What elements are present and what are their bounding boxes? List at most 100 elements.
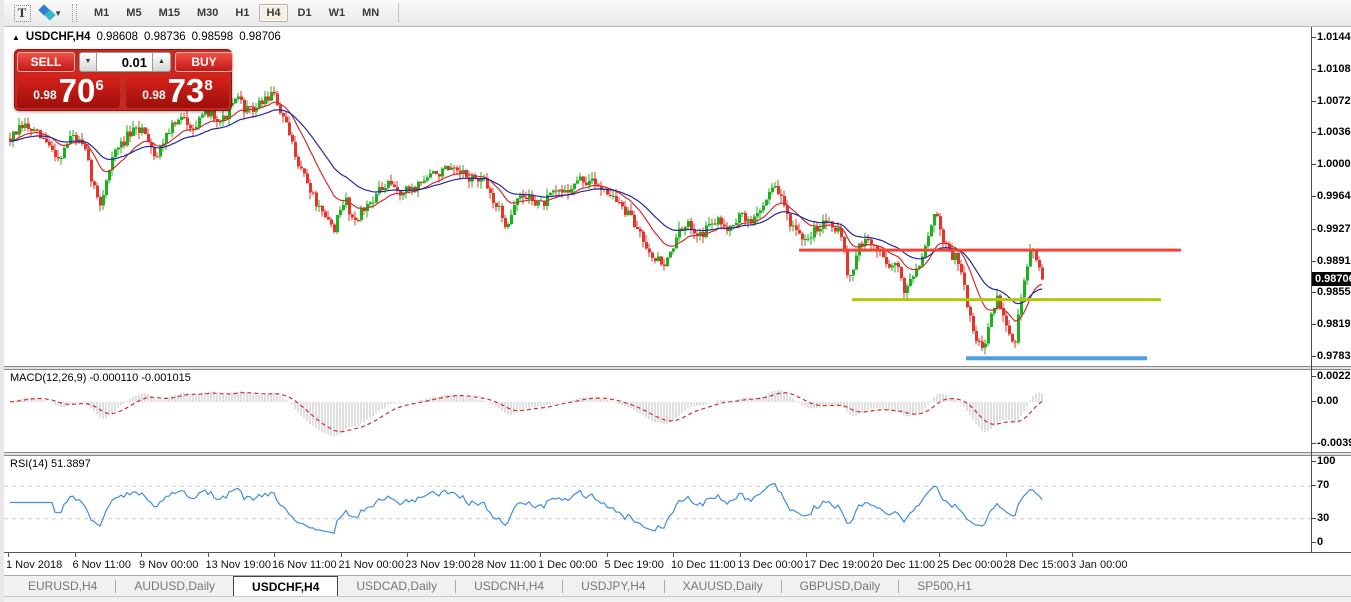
price-axis-tick: 1.00720 [1317, 95, 1351, 107]
axis-tick-mark [1312, 292, 1316, 293]
rsi-line [10, 484, 1042, 534]
axis-tick-mark [1312, 542, 1316, 543]
time-tick-mark [939, 553, 940, 557]
timeframe-button-h1[interactable]: H1 [228, 4, 256, 22]
timeframe-button-d1[interactable]: D1 [291, 4, 319, 22]
arrange-symbols-button[interactable]: ▼ [38, 3, 62, 23]
sell-price-pipette: 6 [95, 77, 103, 94]
axis-tick-mark [1312, 261, 1316, 262]
time-tick-mark [341, 553, 342, 557]
time-tick-mark [274, 553, 275, 557]
time-axis-label: 13 Nov 19:00 [206, 559, 271, 571]
toolbar-grip[interactable] [72, 4, 77, 22]
buy-price-pipette: 8 [204, 77, 212, 94]
rsi-value: 51.3897 [51, 458, 91, 470]
price-axis-tick: 1.00360 [1317, 126, 1351, 138]
time-tick-mark [407, 553, 408, 557]
tab-usdcnh-h4[interactable]: USDCNH,H4 [456, 576, 562, 596]
buy-button[interactable]: BUY [175, 52, 233, 72]
time-axis-label: 10 Dec 11:00 [671, 559, 736, 571]
price-axis-tick: 0.99270 [1317, 223, 1351, 235]
time-axis-label: 1 Dec 00:00 [538, 559, 597, 571]
chart-tabbar: EURUSD,H4AUDUSD,DailyUSDCHF,H4USDCAD,Dai… [4, 575, 1351, 602]
tab-usdcad-daily[interactable]: USDCAD,Daily [338, 576, 455, 596]
time-axis-label: 21 Nov 00:00 [339, 559, 404, 571]
close-value: 0.98706 [239, 31, 281, 43]
macd-axis-tick: 0.00 [1317, 395, 1338, 407]
current-price-tag: 0.98706 [1312, 272, 1351, 286]
price-axis-tick: 0.98550 [1317, 286, 1351, 298]
volume-input[interactable] [97, 52, 153, 72]
time-axis[interactable]: 1 Nov 20186 Nov 11:009 Nov 00:0013 Nov 1… [4, 552, 1351, 575]
timeframe-button-h4[interactable]: H4 [259, 4, 287, 22]
time-axis-label: 28 Dec 15:00 [1004, 559, 1069, 571]
time-tick-mark [740, 553, 741, 557]
volume-decrease-icon[interactable]: ▼ [79, 52, 97, 72]
timeframe-button-m5[interactable]: M5 [119, 4, 148, 22]
tab-usdjpy-h4[interactable]: USDJPY,H4 [563, 576, 663, 596]
time-axis-label: 1 Nov 2018 [6, 559, 62, 571]
timeframe-button-m30[interactable]: M30 [190, 4, 225, 22]
rsi-panel-canvas[interactable] [4, 456, 1351, 552]
rsi-name: RSI(14) [10, 458, 48, 470]
macd-panel-canvas[interactable] [4, 370, 1351, 452]
price-axis-tick: 1.01440 [1317, 31, 1351, 43]
axis-tick-mark [1312, 356, 1316, 357]
time-tick-mark [141, 553, 142, 557]
macd-indicator-label: MACD(12,26,9) -0.000110 -0.001015 [10, 372, 191, 384]
price-axis[interactable]: 1.014401.010801.007201.003601.000000.996… [1312, 27, 1351, 552]
sell-quote-button[interactable]: 0.98 70 6 [17, 75, 120, 108]
tab-sp500-h1[interactable]: SP500,H1 [899, 576, 990, 596]
macd-histogram [10, 390, 1042, 436]
rsi-axis-tick: 30 [1317, 512, 1329, 524]
time-tick-mark [806, 553, 807, 557]
candles-group [9, 86, 1044, 354]
axis-tick-mark [1312, 69, 1316, 70]
low-value: 0.98598 [192, 31, 234, 43]
timeframe-button-w1[interactable]: W1 [322, 4, 353, 22]
macd-axis-tick: 0.002297 [1317, 370, 1351, 382]
time-tick-mark [75, 553, 76, 557]
timeframe-button-group: M1M5M15M30H1H4D1W1MN [87, 4, 386, 22]
volume-increase-icon[interactable]: ▲ [153, 52, 171, 72]
timeframe-button-mn[interactable]: MN [355, 4, 386, 22]
axis-tick-mark [1312, 443, 1316, 444]
text-tool-button[interactable]: T [10, 3, 34, 23]
tab-usdchf-h4[interactable]: USDCHF,H4 [233, 576, 338, 596]
price-axis-tick: 1.00000 [1317, 158, 1351, 170]
tab-xauusd-daily[interactable]: XAUUSD,Daily [665, 576, 781, 596]
axis-tick-mark [1312, 485, 1316, 486]
price-axis-tick: 0.98910 [1317, 255, 1351, 267]
collapse-trade-panel-icon[interactable]: ▲ [12, 33, 20, 42]
rsi-axis-tick: 100 [1317, 455, 1335, 467]
tabbar-understrip [4, 596, 1351, 602]
time-axis-label: 3 Jan 00:00 [1070, 559, 1128, 571]
ma-slow-line [10, 110, 1042, 304]
axis-tick-mark [1312, 518, 1316, 519]
time-tick-mark [8, 553, 9, 557]
open-value: 0.98608 [96, 31, 138, 43]
buy-price-prefix: 0.98 [142, 88, 165, 102]
sell-price-big: 70 [59, 77, 96, 105]
time-axis-label: 20 Dec 11:00 [871, 559, 936, 571]
time-axis-label: 9 Nov 00:00 [139, 559, 198, 571]
price-axis-tick: 0.97830 [1317, 350, 1351, 362]
axis-tick-mark [1312, 461, 1316, 462]
timeframe-button-m15[interactable]: M15 [152, 4, 187, 22]
one-click-trading-panel: SELL ▼ ▲ BUY 0.98 70 6 0.98 73 8 [14, 49, 232, 111]
tab-eurusd-h4[interactable]: EURUSD,H4 [10, 576, 115, 596]
high-value: 0.98736 [144, 31, 186, 43]
time-tick-mark [673, 553, 674, 557]
macd-axis-tick: -0.003904 [1317, 437, 1351, 449]
time-tick-mark [474, 553, 475, 557]
timeframe-button-m1[interactable]: M1 [87, 4, 116, 22]
buy-price-big: 73 [168, 77, 205, 105]
buy-quote-button[interactable]: 0.98 73 8 [126, 75, 229, 108]
tab-gbpusd-daily[interactable]: GBPUSD,Daily [782, 576, 899, 596]
sell-button[interactable]: SELL [17, 52, 75, 72]
axis-tick-mark [1312, 229, 1316, 230]
macd-name: MACD(12,26,9) [10, 372, 86, 384]
mt4-window: T ▼ M1M5M15M30H1H4D1W1MN ▲ USDCHF,H4 0.9… [0, 0, 1351, 602]
tab-audusd-daily[interactable]: AUDUSD,Daily [116, 576, 233, 596]
time-axis-label: 28 Nov 11:00 [472, 559, 537, 571]
